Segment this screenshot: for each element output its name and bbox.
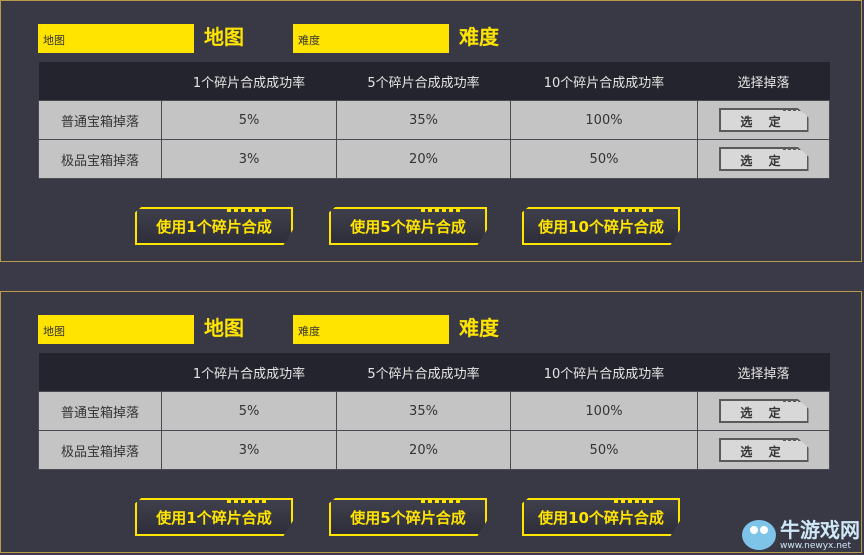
select-drop-button[interactable]: 选 定 xyxy=(718,438,809,462)
action-cell: 选 定 xyxy=(697,391,830,431)
map-label: 地图 xyxy=(204,25,244,49)
rate-cell: 3% xyxy=(161,430,337,470)
button-label: 使用1个碎片合成 xyxy=(156,509,272,527)
rate-cell: 5% xyxy=(161,391,337,431)
compose-10-fragment-button[interactable]: 使用10个碎片合成 xyxy=(522,207,680,245)
watermark-url: www.newyx.net xyxy=(780,541,852,551)
map-select-field[interactable]: 地图 xyxy=(38,315,194,344)
watermark-text-block: 牛游戏网 www.newyx.net xyxy=(780,519,860,551)
button-label: 使用10个碎片合成 xyxy=(538,218,664,236)
column-header: 选择掉落 xyxy=(697,62,830,101)
difficulty-select-field[interactable]: 难度 xyxy=(293,315,449,344)
rate-cell: 5% xyxy=(161,100,337,140)
select-drop-button[interactable]: 选 定 xyxy=(718,108,809,132)
column-header: 5个碎片合成成功率 xyxy=(336,62,511,101)
difficulty-label: 难度 xyxy=(459,25,499,49)
button-stripes xyxy=(421,208,461,212)
table-header-row: 1个碎片合成成功率 5个碎片合成成功率 10个碎片合成成功率 选择掉落 xyxy=(38,62,830,101)
rate-cell: 20% xyxy=(336,430,511,470)
table-header-row: 1个碎片合成成功率 5个碎片合成成功率 10个碎片合成成功率 选择掉落 xyxy=(38,353,830,392)
button-stripes xyxy=(227,499,267,503)
cow-mascot-icon xyxy=(742,520,776,550)
action-cell: 选 定 xyxy=(697,100,830,140)
row-label: 普通宝箱掉落 xyxy=(38,100,162,140)
rate-cell: 35% xyxy=(336,391,511,431)
column-header: 1个碎片合成成功率 xyxy=(161,62,337,101)
action-cell: 选 定 xyxy=(697,430,830,470)
row-label: 极品宝箱掉落 xyxy=(38,430,162,470)
button-stripes xyxy=(614,499,654,503)
synthesis-panel: 地图 地图 难度 难度 1个碎片合成成功率 5个碎片合成成功率 10个碎片合成成… xyxy=(0,291,862,553)
column-header: 10个碎片合成成功率 xyxy=(510,62,698,101)
rate-cell: 20% xyxy=(336,139,511,179)
select-drop-button[interactable]: 选 定 xyxy=(718,147,809,171)
rate-cell: 100% xyxy=(510,391,698,431)
action-cell: 选 定 xyxy=(697,139,830,179)
column-header: 选择掉落 xyxy=(697,353,830,392)
column-header xyxy=(38,353,162,392)
success-rate-table: 1个碎片合成成功率 5个碎片合成成功率 10个碎片合成成功率 选择掉落 普通宝箱… xyxy=(38,62,830,179)
table-row: 普通宝箱掉落 5% 35% 100% 选 定 xyxy=(38,100,830,140)
column-header: 1个碎片合成成功率 xyxy=(161,353,337,392)
success-rate-table: 1个碎片合成成功率 5个碎片合成成功率 10个碎片合成成功率 选择掉落 普通宝箱… xyxy=(38,353,830,470)
table-row: 普通宝箱掉落 5% 35% 100% 选 定 xyxy=(38,391,830,431)
column-header: 10个碎片合成成功率 xyxy=(510,353,698,392)
difficulty-label: 难度 xyxy=(459,316,499,340)
button-label: 使用5个碎片合成 xyxy=(350,218,466,236)
rate-cell: 35% xyxy=(336,100,511,140)
rate-cell: 50% xyxy=(510,139,698,179)
button-stripes xyxy=(614,208,654,212)
button-label: 使用1个碎片合成 xyxy=(156,218,272,236)
button-stripes xyxy=(227,208,267,212)
table-row: 极品宝箱掉落 3% 20% 50% 选 定 xyxy=(38,139,830,179)
button-label: 使用5个碎片合成 xyxy=(350,509,466,527)
synthesis-panel: 地图 地图 难度 难度 1个碎片合成成功率 5个碎片合成成功率 10个碎片合成成… xyxy=(0,0,862,262)
watermark-name: 牛游戏网 xyxy=(780,518,860,542)
rate-cell: 100% xyxy=(510,100,698,140)
column-header: 5个碎片合成成功率 xyxy=(336,353,511,392)
map-select-field[interactable]: 地图 xyxy=(38,24,194,53)
compose-10-fragment-button[interactable]: 使用10个碎片合成 xyxy=(522,498,680,536)
row-label: 普通宝箱掉落 xyxy=(38,391,162,431)
map-label: 地图 xyxy=(204,316,244,340)
select-drop-button[interactable]: 选 定 xyxy=(718,399,809,423)
button-label: 使用10个碎片合成 xyxy=(538,509,664,527)
rate-cell: 3% xyxy=(161,139,337,179)
row-label: 极品宝箱掉落 xyxy=(38,139,162,179)
button-stripes xyxy=(421,499,461,503)
compose-1-fragment-button[interactable]: 使用1个碎片合成 xyxy=(135,498,293,536)
rate-cell: 50% xyxy=(510,430,698,470)
compose-5-fragment-button[interactable]: 使用5个碎片合成 xyxy=(329,207,487,245)
compose-5-fragment-button[interactable]: 使用5个碎片合成 xyxy=(329,498,487,536)
table-row: 极品宝箱掉落 3% 20% 50% 选 定 xyxy=(38,430,830,470)
compose-1-fragment-button[interactable]: 使用1个碎片合成 xyxy=(135,207,293,245)
difficulty-select-field[interactable]: 难度 xyxy=(293,24,449,53)
site-watermark: 牛游戏网 www.newyx.net xyxy=(742,519,860,551)
column-header xyxy=(38,62,162,101)
